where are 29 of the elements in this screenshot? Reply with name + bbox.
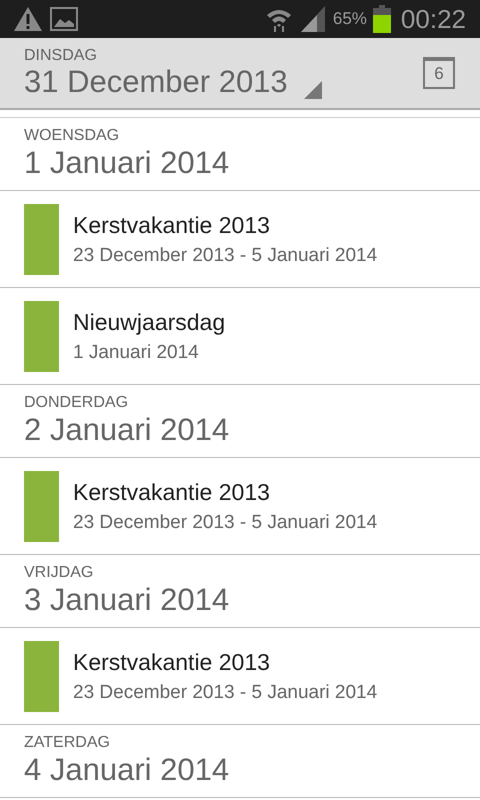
- date-picker[interactable]: DINSDAG 31 December 2013: [24, 47, 322, 99]
- event-dates: 23 December 2013 - 5 Januari 2014: [73, 682, 378, 704]
- event-title: Kerstvakantie 2013: [73, 478, 271, 506]
- weekday-label: DONDERDAG: [24, 394, 130, 412]
- event-item[interactable]: Kerstvakantie 2013 23 December 2013 - 5 Januari 2014: [0, 191, 480, 288]
- image-icon: [49, 6, 79, 32]
- event-dates: 23 December 2013 - 5 Januari 2014: [73, 244, 378, 266]
- event-dates: 1 Januari 2014: [73, 342, 200, 364]
- dropdown-corner-icon: [304, 81, 322, 99]
- clock: 00:22: [400, 4, 466, 34]
- event-dates: 23 December 2013 - 5 Januari 2014: [73, 512, 378, 534]
- event-title: Kerstvakantie 2013: [73, 648, 271, 676]
- today-button[interactable]: 6: [423, 57, 455, 89]
- signal-icon: [298, 6, 327, 32]
- warning-icon: [13, 6, 43, 32]
- event-title: Kerstvakantie 2013: [73, 212, 271, 238]
- date-heading: 3 Januari 2014: [24, 582, 230, 618]
- date-heading: 4 Januari 2014: [24, 752, 230, 788]
- battery-icon: [372, 5, 391, 33]
- weekday-label: VRIJDAG: [24, 564, 94, 582]
- weekday-label: WOENSDAG: [24, 127, 120, 145]
- event-item[interactable]: Kerstvakantie 2013 23 December 2013 - 5 Januari 2014: [0, 628, 480, 725]
- date-heading: 2 Januari 2014: [24, 412, 230, 448]
- date-heading: 1 Januari 2014: [24, 145, 230, 181]
- event-item[interactable]: Kerstvakantie 2013 23 December 2013 - 5 Januari 2014: [0, 458, 480, 555]
- event-item[interactable]: Nieuwjaarsdag 1 Januari 2014: [0, 288, 480, 385]
- event-title: Nieuwjaarsdag: [73, 308, 226, 336]
- battery-percent: 65%: [332, 9, 367, 29]
- weekday-label: ZATERDAG: [24, 734, 111, 752]
